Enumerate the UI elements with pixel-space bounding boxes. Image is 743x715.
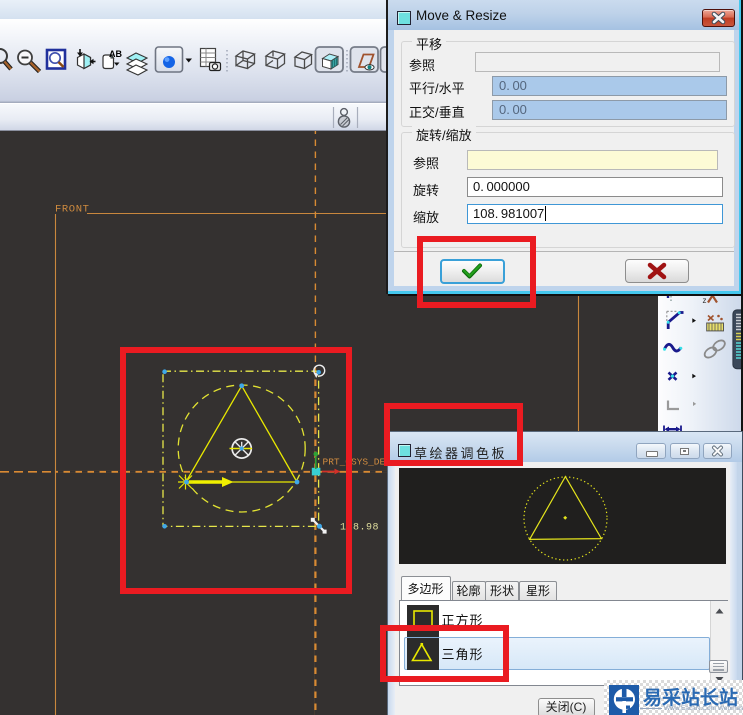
svg-text:z: z [703,296,707,305]
svg-text:FRONT: FRONT [55,204,90,216]
